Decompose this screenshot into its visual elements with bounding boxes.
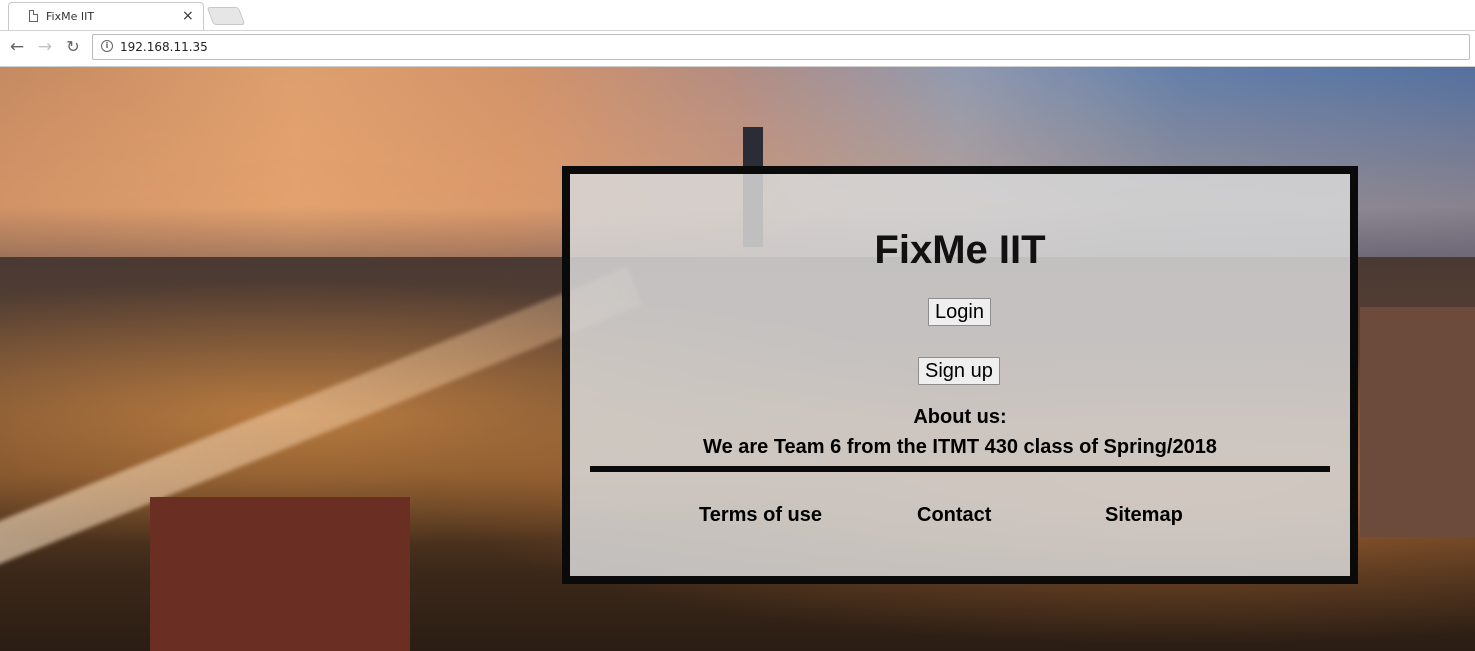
arrow-right-icon[interactable]: → (35, 37, 55, 57)
background-building (150, 497, 410, 651)
browser-tab[interactable]: FixMe IIT × (8, 2, 204, 30)
page-icon (29, 10, 38, 22)
close-icon[interactable]: × (182, 8, 194, 24)
signup-button[interactable]: Sign up (918, 357, 1000, 385)
terms-link[interactable]: Terms of use (699, 504, 822, 527)
sitemap-link[interactable]: Sitemap (1105, 504, 1183, 527)
about-heading: About us: (913, 406, 1007, 428)
reload-icon[interactable]: ↻ (63, 37, 83, 57)
login-button[interactable]: Login (928, 298, 991, 326)
background-building (1360, 307, 1475, 537)
content-panel: FixMe IIT Login Sign up About us: We are… (562, 166, 1358, 584)
browser-toolbar: ← → ↻ i 192.168.11.35 (0, 31, 1475, 67)
contact-link[interactable]: Contact (917, 504, 991, 527)
new-tab-button[interactable] (206, 7, 246, 25)
info-icon[interactable]: i (101, 40, 113, 52)
page-title: FixMe IIT (874, 228, 1046, 272)
divider (590, 466, 1330, 472)
tab-title: FixMe IIT (46, 10, 95, 23)
address-bar[interactable]: i 192.168.11.35 (92, 34, 1470, 60)
url-text[interactable]: 192.168.11.35 (120, 40, 208, 54)
arrow-left-icon[interactable]: ← (7, 37, 27, 57)
browser-tab-strip: FixMe IIT × (0, 0, 1475, 31)
about-text: We are Team 6 from the ITMT 430 class of… (703, 436, 1217, 458)
